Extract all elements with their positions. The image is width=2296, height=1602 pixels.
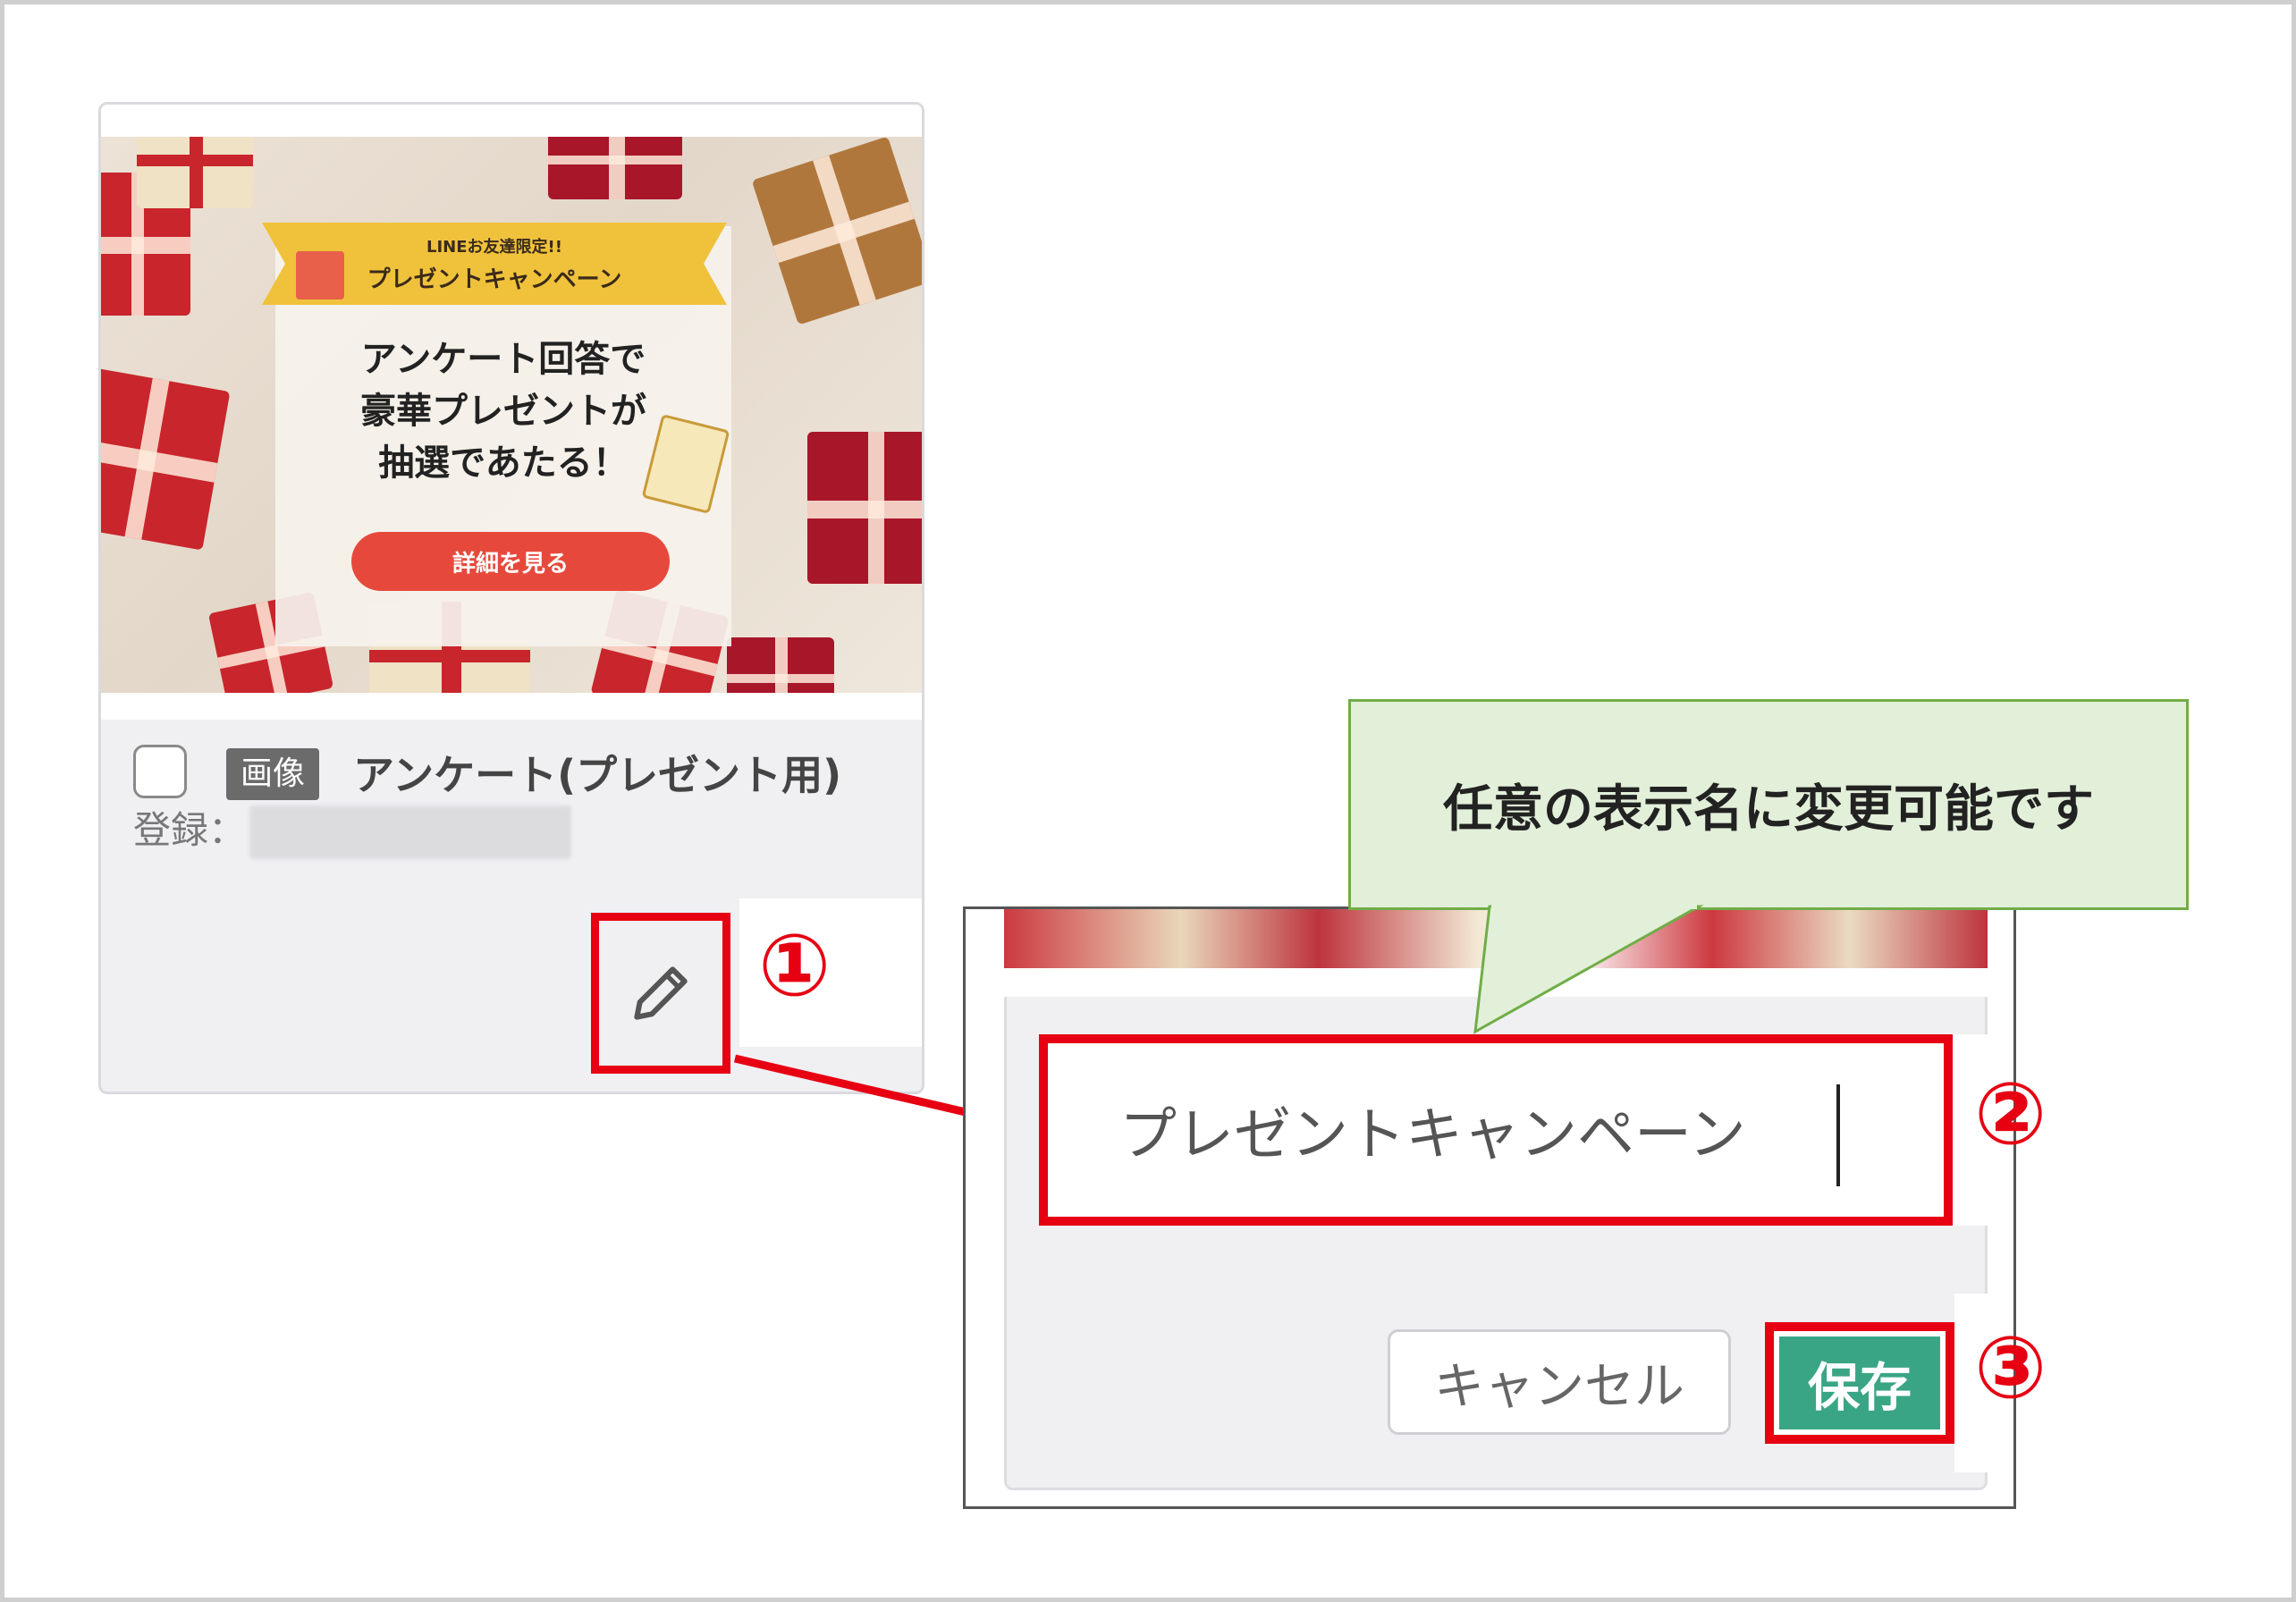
display-name-input[interactable] [1048,1043,1944,1217]
select-checkbox[interactable] [133,745,187,798]
save-button[interactable]: 保存 [1779,1336,1940,1429]
pencil-icon [634,966,688,1020]
headline-line: アンケート回答で [360,339,646,380]
callout-box: 任意の表示名に変更可能です [1348,699,2189,910]
gift-box-decoration [807,432,922,584]
card-title: アンケート(プレゼント用) [353,751,842,799]
media-type-badge: 画像 [226,748,320,800]
gift-box-decoration [727,637,834,693]
registered-date-redacted [249,805,571,859]
save-button-highlight: 保存 [1765,1322,1954,1444]
card-top-strip [101,105,922,137]
edit-name-button[interactable] [591,913,730,1074]
text-caret [1836,1084,1840,1186]
thumbnail-crop [1004,909,1988,968]
cancel-button[interactable]: キャンセル [1388,1329,1731,1435]
gift-icon [296,251,344,299]
step-marker-1: ① [758,915,831,1016]
ribbon-subtitle: LINEお友達限定!! [426,237,562,257]
card-thumbnail-image[interactable]: LINEお友達限定!! プレゼントキャンペーン アンケート回答で 豪華プレゼント… [101,137,922,693]
ribbon-title: プレゼントキャンペーン [367,266,622,293]
banner-detail-button: 詳細を見る [351,532,670,591]
callout-text: 任意の表示名に変更可能です [1443,780,2094,839]
edit-form-zoom: キャンセル 保存 [963,906,2016,1509]
name-input-highlight [1039,1034,1953,1226]
gift-box-decoration [101,367,231,551]
registered-label: 登録： [133,808,247,852]
gift-box-decoration [751,137,922,325]
gift-box-decoration [548,137,682,199]
gift-box-decoration [137,137,253,208]
thumbnail-crop-bottom [1004,968,1988,997]
step-marker-3: ③ [1974,1318,2047,1418]
card-thumb-bottom-strip [101,693,922,720]
step-marker-2: ② [1974,1064,2047,1164]
